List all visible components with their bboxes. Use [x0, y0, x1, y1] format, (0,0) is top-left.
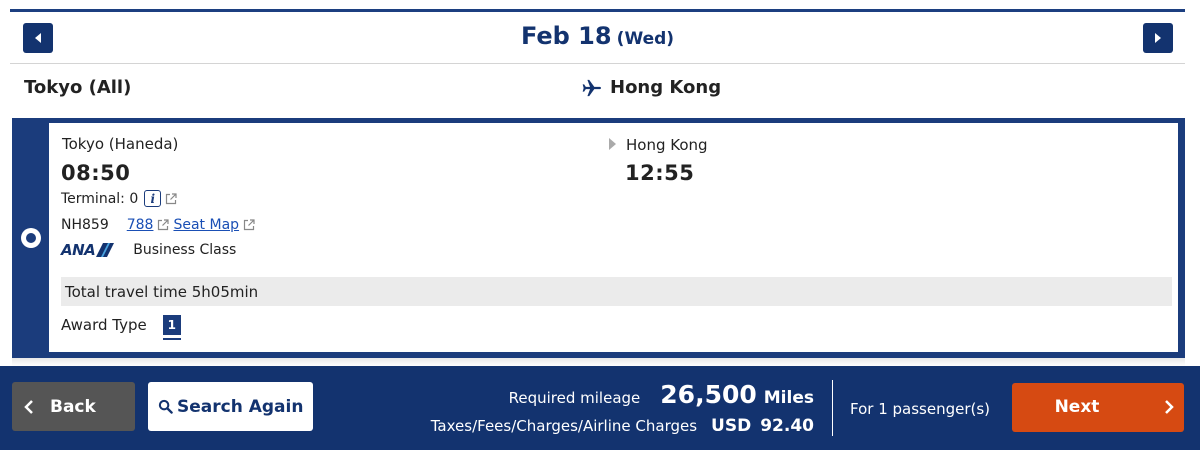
flight-option-card[interactable]: Tokyo (Haneda) 08:50 Terminal: 0 i NH859… [12, 118, 1185, 358]
route-destination-label: Hong Kong [610, 77, 722, 98]
selected-date: Feb 18 (Wed) [10, 22, 1185, 50]
footer-divider [832, 380, 833, 436]
terminal-info-icon[interactable]: i [144, 190, 162, 207]
required-mileage-value: 26,500 [660, 380, 757, 409]
mileage-unit: Miles [763, 388, 814, 408]
route-origin: Tokyo (All) [24, 77, 132, 98]
date-label: Feb 18 [520, 22, 612, 50]
route-header: Tokyo (All) Hong Kong [10, 64, 1185, 114]
ana-logo-stripes-icon [96, 243, 115, 257]
weekday-label: (Wed) [616, 29, 675, 49]
chevron-right-icon [1165, 400, 1174, 414]
departure-time: 08:50 [61, 161, 131, 185]
external-link-icon[interactable] [165, 192, 177, 205]
next-date-button[interactable] [1143, 23, 1173, 53]
terminal-label: Terminal: 0 [61, 190, 139, 207]
departure-terminal: Terminal: 0 i [61, 190, 177, 207]
taxes-currency: USD [711, 416, 752, 436]
flight-select-radio[interactable] [21, 228, 41, 248]
back-button[interactable]: Back [12, 382, 135, 431]
external-link-icon[interactable] [243, 219, 255, 231]
award-type-label: Award Type [61, 316, 147, 334]
external-link-icon[interactable] [157, 219, 170, 231]
back-button-label: Back [50, 396, 96, 417]
taxes-value: 92.40 [760, 416, 814, 436]
required-mileage-label: Required mileage [508, 389, 641, 407]
date-navigation-bar: Feb 18 (Wed) [10, 12, 1185, 62]
passenger-count: For 1 passenger(s) [850, 400, 991, 418]
seat-map-link[interactable]: Seat Map [173, 217, 239, 233]
search-icon [158, 399, 173, 414]
caret-right-icon [1155, 33, 1161, 43]
card-shadow [12, 358, 1185, 366]
footer-bar: Back Search Again Required mileage 26,50… [0, 366, 1200, 450]
aircraft-type-link[interactable]: 788 [127, 217, 154, 233]
total-travel-time: Total travel time 5h05min [61, 277, 1172, 306]
next-button[interactable]: Next [1012, 383, 1184, 432]
radio-dot-icon [26, 233, 36, 243]
taxes-fees: Taxes/Fees/Charges/Airline Charges USD 9… [431, 416, 814, 436]
award-type-badge: 1 [162, 315, 181, 340]
required-mileage: Required mileage 26,500 Miles [509, 380, 814, 409]
arrival-marker-icon [609, 138, 616, 150]
flight-details: Tokyo (Haneda) 08:50 Terminal: 0 i NH859… [49, 123, 1178, 352]
airline-logo-text: ANA [61, 241, 96, 259]
ana-logo: ANA [61, 241, 115, 259]
flight-number-row: NH859 788 Seat Map [61, 217, 255, 233]
arrival-time: 12:55 [625, 161, 695, 185]
taxes-label: Taxes/Fees/Charges/Airline Charges [430, 417, 698, 435]
search-again-button[interactable]: Search Again [148, 382, 313, 431]
cabin-class: Business Class [133, 242, 237, 258]
award-type-row: Award Type 1 [61, 315, 181, 340]
airplane-icon [582, 79, 601, 96]
airline-row: ANA Business Class [61, 241, 236, 259]
route-destination: Hong Kong [582, 77, 721, 98]
arrival-city: Hong Kong [626, 136, 708, 154]
flight-number: NH859 [61, 217, 109, 233]
search-again-label: Search Again [177, 396, 304, 417]
departure-city: Tokyo (Haneda) [62, 135, 179, 153]
next-button-label: Next [1054, 397, 1100, 417]
chevron-left-icon [24, 399, 33, 414]
